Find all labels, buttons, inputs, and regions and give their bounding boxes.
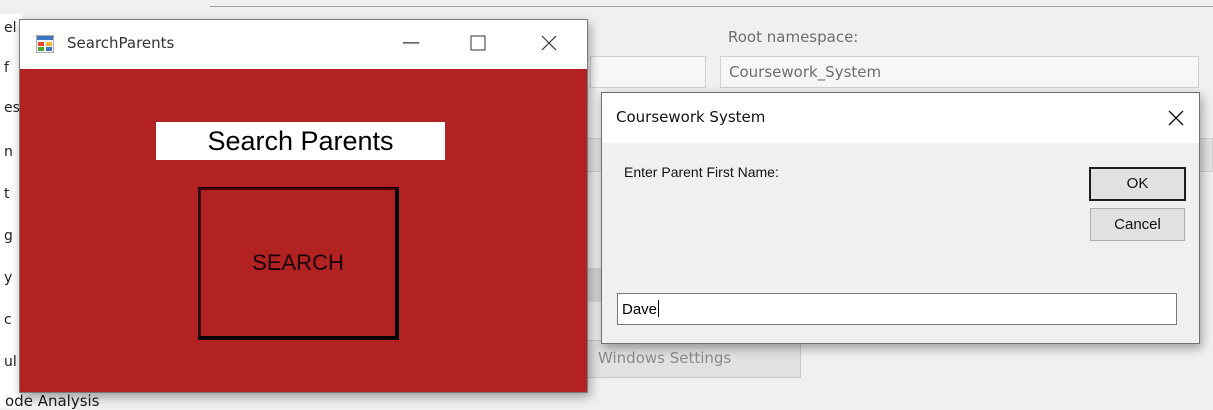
close-icon[interactable] (1163, 105, 1189, 131)
search-button-label: SEARCH (252, 250, 344, 275)
ide-top-strip (0, 0, 1213, 14)
dialog-prompt: Enter Parent First Name: (624, 164, 779, 180)
search-button[interactable]: SEARCH (198, 187, 399, 340)
search-parents-heading: Search Parents (207, 126, 394, 156)
root-namespace-value: Coursework_System (729, 63, 882, 81)
cancel-button[interactable]: Cancel (1090, 208, 1185, 241)
sidebar-partial-item[interactable]: es (4, 100, 20, 116)
sidebar-partial-item[interactable]: g (4, 228, 13, 244)
sidebar-partial-item[interactable]: n (4, 144, 13, 160)
view-windows-settings-button[interactable]: Windows Settings (585, 340, 801, 378)
close-button[interactable] (534, 28, 564, 58)
windows-form-icon (36, 35, 54, 53)
sidebar-partial-item[interactable]: y (4, 270, 12, 286)
root-namespace-field[interactable]: Coursework_System (720, 56, 1199, 88)
root-namespace-label: Root namespace: (728, 28, 859, 46)
page-title: Search Parents (156, 122, 445, 160)
window-title: SearchParents (67, 34, 175, 52)
sidebar-partial-item[interactable]: ul (4, 354, 17, 370)
dialog-titlebar[interactable]: Coursework System (602, 93, 1199, 143)
sidebar-partial-item[interactable]: f (4, 60, 9, 76)
sidebar-partial-item[interactable]: t (4, 186, 10, 202)
ok-button[interactable]: OK (1089, 167, 1186, 201)
parent-name-input[interactable]: Dave (617, 293, 1177, 325)
maximize-button[interactable] (463, 28, 493, 58)
input-dialog: Coursework System Enter Parent First Nam… (601, 92, 1200, 344)
minimize-button[interactable]: — (396, 28, 426, 58)
sidebar-item-code-analysis[interactable]: ode Analysis (5, 392, 100, 410)
windows-settings-label: Windows Settings (598, 349, 732, 367)
dialog-title: Coursework System (616, 108, 766, 126)
search-parents-window: SearchParents — Search Parents SEARCH (19, 19, 588, 393)
sidebar-partial-item[interactable]: c (4, 312, 12, 328)
window-titlebar[interactable]: SearchParents — (20, 20, 587, 69)
parent-name-value: Dave (622, 300, 660, 318)
sidebar-partial-item[interactable]: el (4, 20, 17, 36)
assembly-name-field[interactable] (590, 56, 706, 88)
ide-divider (210, 6, 1213, 7)
